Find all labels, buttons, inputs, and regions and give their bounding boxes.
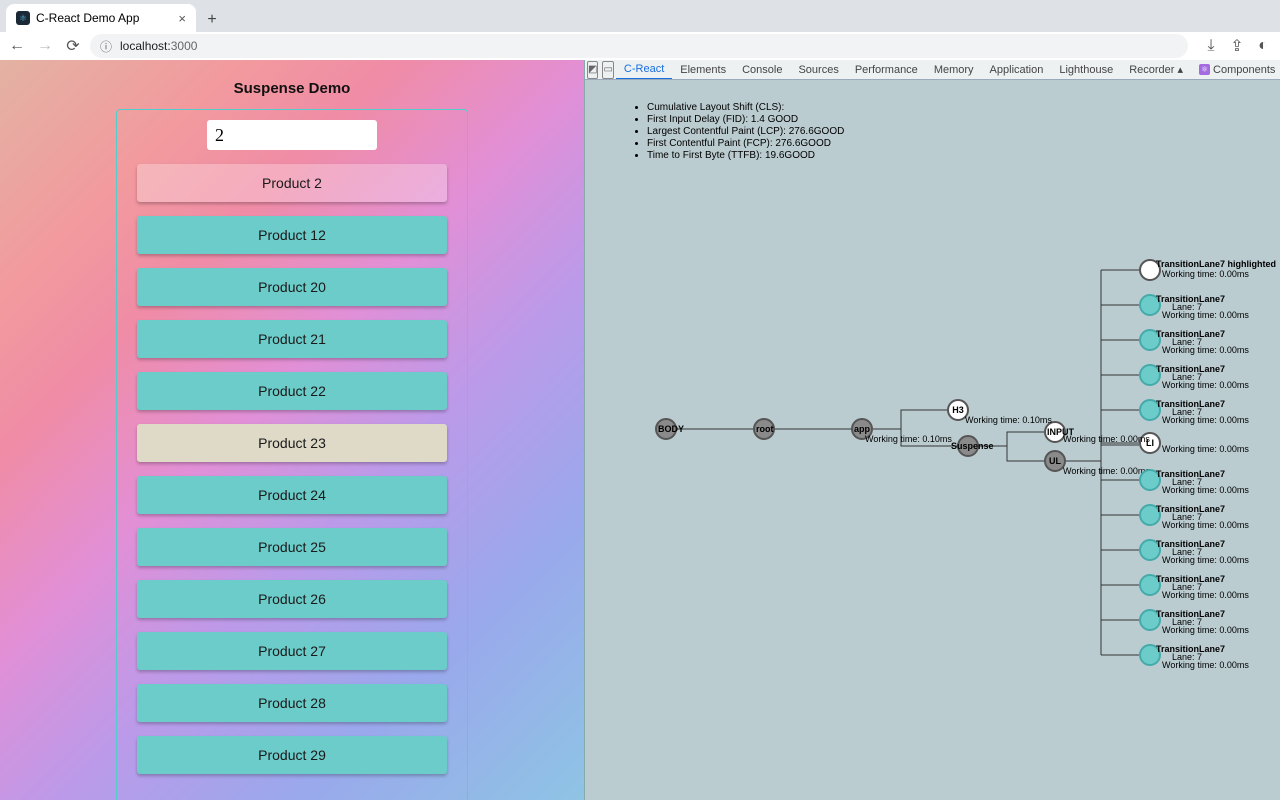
- devtools-tab-performance[interactable]: Performance: [847, 60, 926, 80]
- graph-node-label: BODY: [658, 424, 684, 434]
- search-input[interactable]: [207, 120, 377, 150]
- react-badge-icon: ⚛: [1199, 64, 1210, 75]
- graph-leaf-worktime: Working time: 0.00ms: [1162, 485, 1249, 495]
- tab-strip: ⚛ C-React Demo App × +: [0, 0, 1280, 32]
- address-bar: ← → ⟳ ⓘ localhost:3000 ⤓ ⇪ ◐: [0, 32, 1280, 60]
- graph-leaf-worktime: Working time: 0.00ms: [1162, 660, 1249, 670]
- graph-leaf-worktime: Working time: 0.00ms: [1162, 380, 1249, 390]
- graph-leaf-worktime: Working time: 0.00ms: [1162, 415, 1249, 425]
- url-host: localhost:: [120, 39, 171, 53]
- product-item[interactable]: Product 2: [137, 164, 447, 202]
- devtools-pane: ◩ ▭ C-ReactElementsConsoleSourcesPerform…: [584, 60, 1280, 800]
- product-item[interactable]: Product 29: [137, 736, 447, 774]
- graph-leaf-worktime: Working time: 0.00ms: [1162, 310, 1249, 320]
- reload-icon[interactable]: ⟳: [62, 35, 84, 57]
- product-item[interactable]: Product 20: [137, 268, 447, 306]
- product-item[interactable]: Product 12: [137, 216, 447, 254]
- close-tab-icon[interactable]: ×: [178, 11, 186, 26]
- fiber-graph[interactable]: BODYrootappH3SuspenseINPUTULLIWorking ti…: [585, 80, 1280, 800]
- devtools-body: Cumulative Layout Shift (CLS):First Inpu…: [585, 80, 1280, 800]
- graph-node-label: Suspense: [951, 441, 994, 451]
- url-port: 3000: [171, 39, 198, 53]
- product-item[interactable]: Product 28: [137, 684, 447, 722]
- chrome-right-icons: ⤓ ⇪ ◐: [1200, 35, 1274, 57]
- devtools-tab-c-react[interactable]: C-React: [616, 60, 672, 80]
- product-item[interactable]: Product 22: [137, 372, 447, 410]
- favicon-icon: ⚛: [16, 11, 30, 25]
- devtools-toolbar: ◩ ▭ C-ReactElementsConsoleSourcesPerform…: [585, 60, 1280, 80]
- product-item[interactable]: Product 27: [137, 632, 447, 670]
- product-item[interactable]: Product 25: [137, 528, 447, 566]
- graph-leaf-worktime: Working time: 0.00ms: [1162, 345, 1249, 355]
- graph-leaf-worktime: Working time: 0.00ms: [1162, 269, 1249, 279]
- devtools-tab-console[interactable]: Console: [734, 60, 790, 80]
- devtools-tab-sources[interactable]: Sources: [790, 60, 846, 80]
- share-icon[interactable]: ⇪: [1226, 35, 1248, 57]
- omnibox[interactable]: ⓘ localhost:3000: [90, 34, 1188, 58]
- graph-leaf-worktime: Working time: 0.00ms: [1162, 625, 1249, 635]
- new-tab-button[interactable]: +: [200, 8, 224, 32]
- browser-tab[interactable]: ⚛ C-React Demo App ×: [6, 4, 196, 32]
- inspect-icon[interactable]: ◩: [587, 61, 598, 79]
- devtools-tab-application[interactable]: Application: [982, 60, 1052, 80]
- forward-icon[interactable]: →: [34, 35, 56, 57]
- graph-worktime-label: Working time: 0.00ms: [1063, 466, 1150, 476]
- page-title: Suspense Demo: [234, 80, 351, 97]
- graph-leaf-worktime: Working time: 0.00ms: [1162, 520, 1249, 530]
- graph-leaf-worktime: Working time: 0.00ms: [1162, 444, 1249, 454]
- devtools-tab-recorder-[interactable]: Recorder ▴: [1121, 60, 1191, 80]
- product-card: Product 2 Product 12 Product 20 Product 21 P…: [116, 109, 468, 800]
- browser-chrome: ⚛ C-React Demo App × + ← → ⟳ ⓘ localhost…: [0, 0, 1280, 60]
- graph-leaf-title: TransitionLane7 highlighted: [1156, 259, 1276, 269]
- graph-worktime-label: Working time: 0.00ms: [1063, 434, 1150, 444]
- graph-worktime-label: Working time: 0.10ms: [965, 415, 1052, 425]
- content-split: Suspense Demo Product 2Product 12Product…: [0, 60, 1280, 800]
- tab-title: C-React Demo App: [36, 11, 139, 25]
- graph-worktime-label: Working time: 0.10ms: [865, 434, 952, 444]
- devtools-tab-elements[interactable]: Elements: [672, 60, 734, 80]
- profile-icon[interactable]: ◐: [1252, 35, 1274, 57]
- product-item[interactable]: Product 26: [137, 580, 447, 618]
- product-item[interactable]: Product 24: [137, 476, 447, 514]
- graph-node-label: root: [756, 424, 774, 434]
- site-info-icon[interactable]: ⓘ: [100, 38, 112, 55]
- back-icon[interactable]: ←: [6, 35, 28, 57]
- graph-leaf-worktime: Working time: 0.00ms: [1162, 555, 1249, 565]
- graph-leaf-worktime: Working time: 0.00ms: [1162, 590, 1249, 600]
- devtools-tab-memory[interactable]: Memory: [926, 60, 982, 80]
- product-item[interactable]: Product 21: [137, 320, 447, 358]
- install-icon[interactable]: ⤓: [1200, 35, 1222, 57]
- devtools-tab-lighthouse[interactable]: Lighthouse: [1051, 60, 1121, 80]
- devtools-ext-tab-components[interactable]: ⚛Components: [1191, 60, 1280, 80]
- product-list: Product 2 Product 12 Product 20 Product 21 P…: [127, 164, 457, 774]
- graph-node-label: app: [854, 424, 870, 434]
- app-pane: Suspense Demo Product 2Product 12Product…: [0, 60, 584, 800]
- devtools-ext-tab-label: Components: [1213, 64, 1275, 76]
- device-icon[interactable]: ▭: [602, 61, 613, 79]
- product-item[interactable]: Product 23: [137, 424, 447, 462]
